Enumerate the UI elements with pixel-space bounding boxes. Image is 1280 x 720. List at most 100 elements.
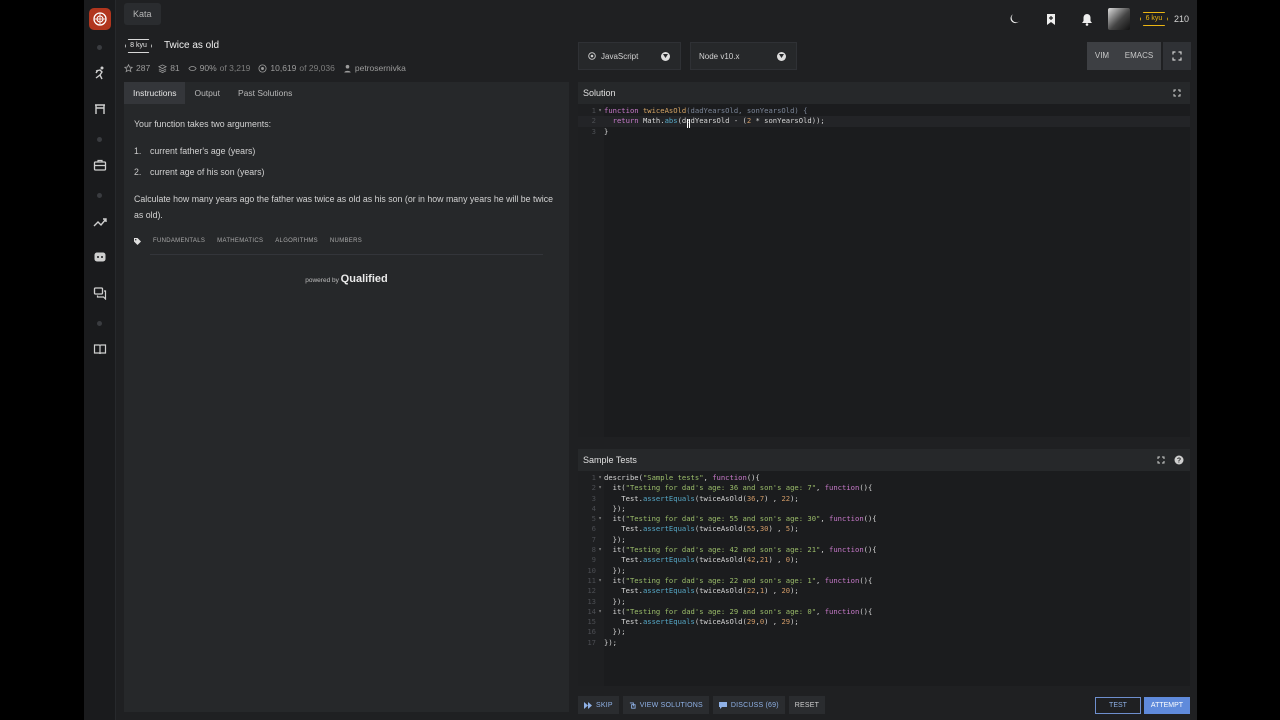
- code-line[interactable]: 3}: [578, 127, 1190, 137]
- expand-icon: [1172, 51, 1182, 61]
- stars-stat[interactable]: 287: [124, 63, 150, 73]
- help-icon[interactable]: ?: [1174, 455, 1184, 465]
- code-line[interactable]: 3 Test.assertEquals(twiceAsOld(36,7) , 2…: [578, 494, 1190, 504]
- completed-count: 10,619: [270, 63, 297, 73]
- runtime-select[interactable]: Node v10.x: [690, 42, 797, 70]
- line-number: 16: [587, 627, 596, 637]
- top-bar: Kata 6 kyu 210: [116, 0, 1197, 32]
- list-item: 2. current age of his son (years): [134, 164, 559, 180]
- docs-book-icon[interactable]: [91, 340, 109, 358]
- code-line[interactable]: 9 Test.assertEquals(twiceAsOld(42,21) , …: [578, 555, 1190, 565]
- discord-icon[interactable]: [91, 248, 109, 266]
- leaderboard-trend-icon[interactable]: [91, 213, 109, 231]
- code-text: it("Testing for dad's age: 36 and son's …: [604, 483, 873, 493]
- sample-tests-editor[interactable]: Sample Tests ? 1 ▾ describe("Sample tests"…: [578, 449, 1190, 686]
- code-line[interactable]: 12 Test.assertEquals(twiceAsOld(22,1) , …: [578, 586, 1190, 596]
- code-line[interactable]: 2 return Math.abs(dadYearsOld - (2 * son…: [578, 116, 1190, 127]
- emacs-mode-button[interactable]: EMACS: [1117, 42, 1161, 70]
- solution-editor[interactable]: Solution 1 ▾ function twiceAsOld(dadYearsO…: [578, 82, 1190, 437]
- line-number: 4: [591, 503, 596, 513]
- solution-code[interactable]: 1 ▾ function twiceAsOld(dadYearsOld, sonYe…: [578, 106, 1190, 137]
- code-text: it("Testing for dad's age: 42 and son's …: [604, 545, 877, 555]
- fold-arrow-icon[interactable]: ▾: [596, 514, 604, 524]
- user-honor: 210: [1173, 14, 1189, 24]
- list-number: 1.: [134, 146, 142, 156]
- line-number: 10: [587, 565, 596, 575]
- fold-arrow-icon[interactable]: ▾: [596, 106, 604, 116]
- tag-mathematics[interactable]: MATHEMATICS: [217, 238, 263, 244]
- line-number: 9: [591, 555, 596, 565]
- list-text: current age of his son (years): [150, 167, 265, 177]
- code-line[interactable]: 14 ▾ it("Testing for dad's age: 29 and so…: [578, 607, 1190, 617]
- tab-output[interactable]: Output: [185, 82, 229, 104]
- code-line[interactable]: 6 Test.assertEquals(twiceAsOld(55,30) , …: [578, 524, 1190, 534]
- code-line[interactable]: 13 });: [578, 597, 1190, 607]
- language-select[interactable]: JavaScript: [578, 42, 681, 70]
- rail-divider-dot: [97, 193, 102, 198]
- author-stat[interactable]: petrosernivka: [343, 63, 406, 73]
- satisfaction-stat: 90% of 3,219: [188, 63, 250, 73]
- discuss-button[interactable]: DISCUSS (69): [712, 696, 785, 714]
- code-line[interactable]: 1 ▾ function twiceAsOld(dadYearsOld, sonYe…: [578, 106, 1190, 116]
- powered-by-qualified[interactable]: powered by Qualified: [124, 273, 569, 285]
- notifications-bell-icon[interactable]: [1078, 10, 1096, 28]
- kata-rank-badge: 8 kyu: [125, 39, 152, 53]
- chevron-down-icon: [777, 51, 786, 61]
- view-solutions-button[interactable]: VIEW SOLUTIONS: [622, 696, 709, 714]
- codewars-logo[interactable]: [89, 8, 111, 30]
- tag-numbers[interactable]: NUMBERS: [330, 238, 362, 244]
- instructions-tabs: Instructions Output Past Solutions: [124, 82, 569, 104]
- expand-editor-icon[interactable]: [1172, 88, 1182, 98]
- code-line[interactable]: 4 });: [578, 504, 1190, 514]
- fold-arrow-icon[interactable]: ▾: [596, 607, 604, 617]
- code-line[interactable]: 16 });: [578, 627, 1190, 637]
- code-line[interactable]: 15 Test.assertEquals(twiceAsOld(29,0) , …: [578, 617, 1190, 627]
- code-line[interactable]: 1 ▾ describe("Sample tests", function(){: [578, 473, 1190, 483]
- tab-past-solutions[interactable]: Past Solutions: [229, 82, 301, 104]
- code-line[interactable]: 17});: [578, 638, 1190, 648]
- divider: [150, 254, 543, 255]
- code-text: }: [604, 126, 609, 136]
- test-button[interactable]: TEST: [1095, 696, 1141, 714]
- skip-label: SKIP: [596, 701, 613, 709]
- attempt-button[interactable]: ATTEMPT: [1144, 696, 1190, 714]
- sample-tests-code[interactable]: 1 ▾ describe("Sample tests", function(){2 ▾…: [578, 473, 1190, 648]
- line-number: 5: [591, 514, 596, 524]
- dark-mode-moon-icon[interactable]: [1006, 10, 1024, 28]
- list-number: 2.: [134, 167, 142, 177]
- code-text: });: [604, 627, 626, 637]
- breadcrumb[interactable]: Kata: [124, 3, 161, 25]
- skip-button[interactable]: SKIP: [578, 696, 619, 714]
- fold-arrow-icon[interactable]: ▾: [596, 576, 604, 586]
- code-line[interactable]: 10 });: [578, 566, 1190, 576]
- fold-arrow-icon[interactable]: ▾: [596, 545, 604, 555]
- expand-tests-icon[interactable]: [1156, 455, 1166, 465]
- training-icon[interactable]: [91, 64, 109, 82]
- vim-mode-button[interactable]: VIM: [1087, 42, 1117, 70]
- code-line[interactable]: 2 ▾ it("Testing for dad's age: 36 and son…: [578, 483, 1190, 493]
- reset-button[interactable]: RESET: [788, 696, 826, 714]
- line-number: 3: [591, 126, 596, 136]
- solution-header: Solution: [578, 82, 1190, 104]
- briefcase-icon[interactable]: [91, 156, 109, 174]
- code-line[interactable]: 11 ▾ it("Testing for dad's age: 22 and so…: [578, 576, 1190, 586]
- code-line[interactable]: 7 });: [578, 535, 1190, 545]
- fold-arrow-icon[interactable]: ▾: [596, 473, 604, 483]
- bookmark-add-icon[interactable]: [1042, 10, 1060, 28]
- discussions-icon[interactable]: [91, 284, 109, 302]
- collections-stat[interactable]: 81: [158, 63, 180, 73]
- fullscreen-button[interactable]: [1163, 42, 1191, 70]
- code-text: it("Testing for dad's age: 29 and son's …: [604, 606, 873, 616]
- user-avatar[interactable]: [1107, 8, 1130, 30]
- tag-fundamentals[interactable]: FUNDAMENTALS: [153, 238, 205, 244]
- fold-arrow-icon[interactable]: ▾: [596, 483, 604, 493]
- editor-mode-toggle: VIM EMACS: [1087, 42, 1191, 70]
- dojo-icon[interactable]: [91, 100, 109, 118]
- tab-instructions[interactable]: Instructions: [124, 82, 186, 104]
- code-line[interactable]: 5 ▾ it("Testing for dad's age: 55 and son…: [578, 514, 1190, 524]
- tag-algorithms[interactable]: ALGORITHMS: [275, 238, 318, 244]
- code-line[interactable]: 8 ▾ it("Testing for dad's age: 42 and son…: [578, 545, 1190, 555]
